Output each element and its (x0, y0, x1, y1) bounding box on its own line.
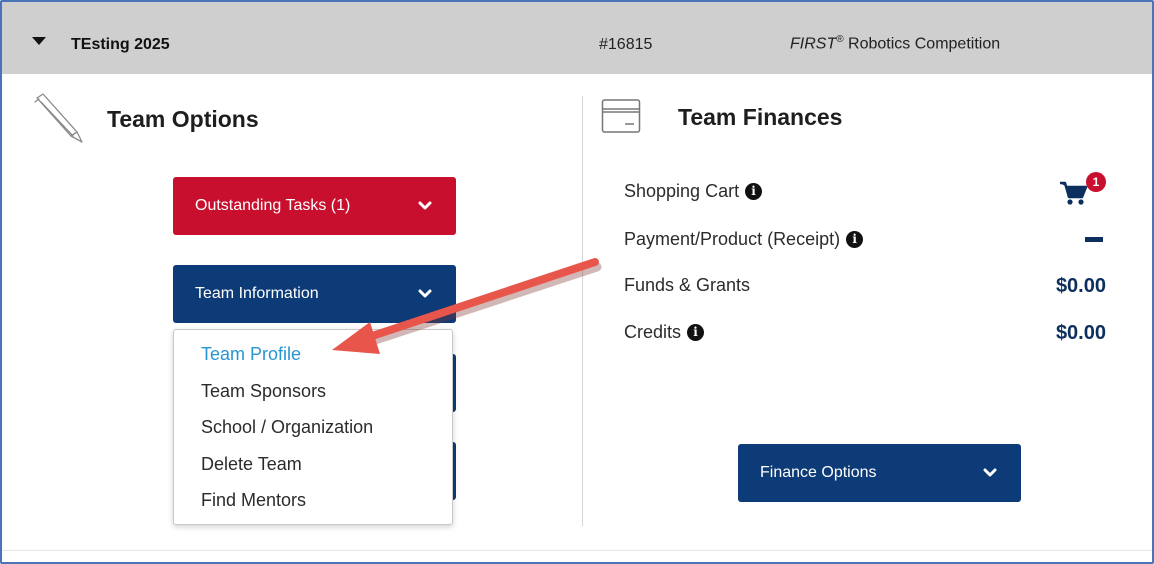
payment-product-label: Payment/Product (Receipt) (624, 229, 841, 249)
info-circle-icon[interactable]: i (745, 183, 763, 200)
caret-down-icon[interactable] (32, 37, 46, 45)
credit-card-icon (601, 99, 641, 133)
finance-options-button[interactable]: Finance Options (738, 444, 1021, 502)
outstanding-tasks-button[interactable]: Outstanding Tasks (1) (173, 177, 456, 235)
menu-item-team-profile[interactable]: Team Profile (201, 344, 301, 365)
cart-count-badge: 1 (1086, 172, 1106, 192)
finance-row-credits: Credits i (624, 322, 705, 343)
team-number: #16815 (599, 36, 653, 53)
finance-row-funds-grants: Funds & Grants (624, 275, 750, 296)
team-options-title: Team Options (107, 106, 259, 132)
registered-mark: ® (836, 34, 844, 45)
funds-grants-value: $0.00 (1055, 275, 1106, 297)
annotation-arrow-icon (332, 258, 602, 354)
credits-value: $0.00 (1055, 322, 1106, 344)
menu-item-team-sponsors[interactable]: Team Sponsors (201, 381, 326, 402)
program-name: FIRST® Robotics Competition (790, 34, 1000, 53)
shopping-cart-icon[interactable] (1059, 180, 1089, 206)
chevron-down-icon (418, 201, 432, 210)
info-circle-icon[interactable]: i (846, 231, 864, 248)
info-circle-icon[interactable]: i (687, 324, 705, 341)
team-finances-title: Team Finances (678, 104, 843, 130)
program-rest: Robotics Competition (843, 35, 1001, 53)
funds-grants-label: Funds & Grants (624, 275, 751, 295)
finance-row-payment-product: Payment/Product (Receipt) i (624, 229, 864, 250)
finance-options-label: Finance Options (760, 464, 877, 481)
empty-value-dash (1085, 237, 1103, 242)
team-header-bar[interactable]: TEsting 2025 #16815 FIRST® Robotics Comp… (2, 2, 1152, 74)
menu-item-find-mentors[interactable]: Find Mentors (201, 490, 306, 511)
team-name: TEsting 2025 (71, 36, 170, 53)
finance-row-shopping-cart: Shopping Cart i (624, 181, 763, 202)
menu-item-delete-team[interactable]: Delete Team (201, 454, 302, 475)
chevron-down-icon (983, 468, 997, 477)
credits-label: Credits (624, 322, 682, 342)
menu-item-school-organization[interactable]: School / Organization (201, 417, 373, 438)
outstanding-tasks-label: Outstanding Tasks (1) (195, 197, 351, 214)
shopping-cart-label: Shopping Cart (624, 181, 740, 201)
program-first: FIRST (790, 35, 837, 53)
bottom-divider (2, 550, 1152, 551)
team-information-label: Team Information (195, 285, 319, 302)
pen-icon (34, 93, 83, 143)
